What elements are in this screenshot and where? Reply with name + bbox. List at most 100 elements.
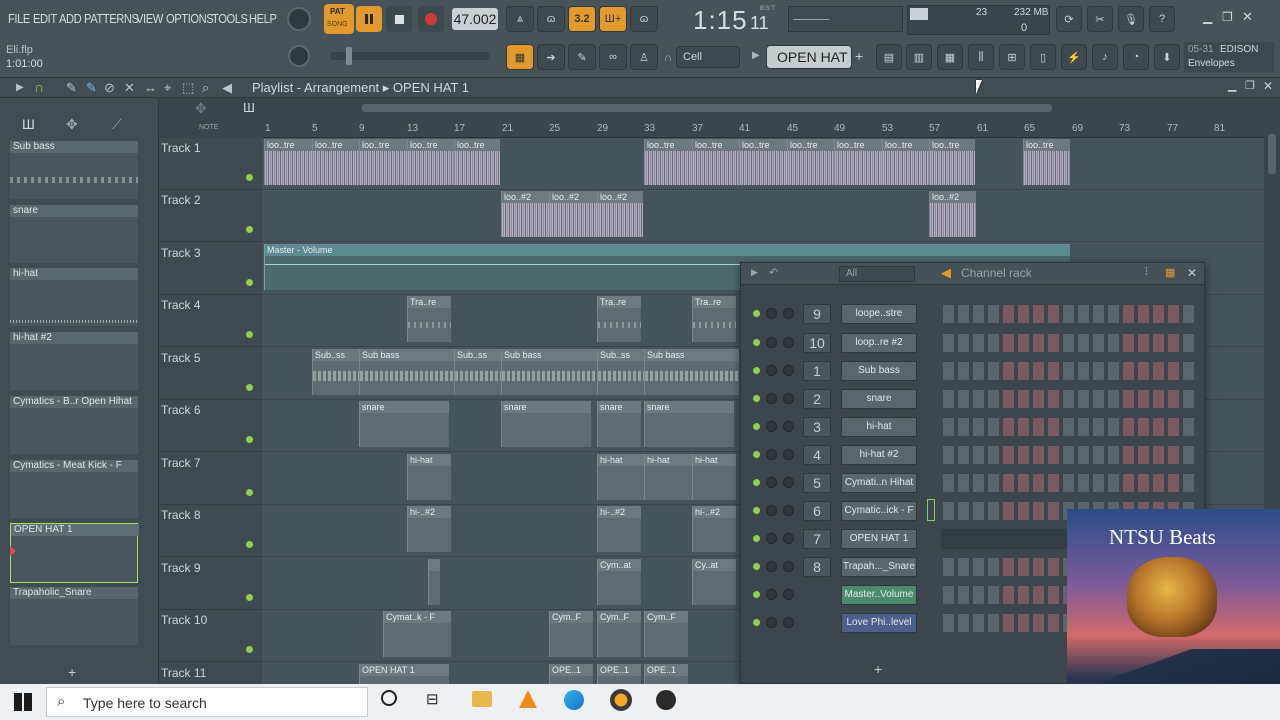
- track-mute-led[interactable]: [246, 279, 253, 286]
- channel-led[interactable]: [753, 451, 760, 458]
- select-tool-icon[interactable]: ⬚: [182, 80, 194, 96]
- channel-led[interactable]: [753, 591, 760, 598]
- volume-knob[interactable]: [783, 561, 794, 572]
- magnet-snap-icon[interactable]: ∩: [34, 79, 44, 95]
- channel-name-button[interactable]: Cymati..n Hihat: [841, 473, 917, 493]
- channel-row[interactable]: 10 loop..re #2: [741, 329, 1204, 357]
- project-button[interactable]: ▯: [1030, 44, 1056, 70]
- cut-button[interactable]: ✂: [1087, 6, 1113, 32]
- pattern-item-selected[interactable]: OPEN HAT 1: [10, 523, 139, 583]
- track-mute-led[interactable]: [246, 489, 253, 496]
- pattern-clip[interactable]: hi-hat: [407, 454, 451, 500]
- channel-led[interactable]: [753, 423, 760, 430]
- audio-clip[interactable]: loo..#2: [549, 191, 597, 237]
- channel-led[interactable]: [753, 395, 760, 402]
- channel-name-button[interactable]: hi-hat: [841, 417, 917, 437]
- channel-mixer-track[interactable]: 5: [803, 473, 831, 493]
- channel-led[interactable]: [753, 619, 760, 626]
- pattern-item[interactable]: snare: [10, 205, 138, 263]
- draw-tool-icon[interactable]: ✎: [66, 80, 77, 96]
- audio-clip[interactable]: loo..tre: [407, 139, 454, 185]
- slice-tool-icon[interactable]: ⌖: [164, 80, 171, 96]
- pan-knob[interactable]: [766, 589, 777, 600]
- channel-led[interactable]: [753, 367, 760, 374]
- menu-tools[interactable]: TOOLS: [212, 11, 248, 26]
- track-mute-led[interactable]: [246, 594, 253, 601]
- menu-options[interactable]: OPTIONS: [166, 11, 214, 26]
- track-header[interactable]: Track 4: [159, 295, 262, 347]
- pattern-clip[interactable]: Sub..ss: [454, 349, 501, 395]
- channel-name-button[interactable]: Cymatic..ick - F: [841, 501, 917, 521]
- swing-icon[interactable]: ◀: [941, 265, 951, 281]
- close-icon[interactable]: ✕: [1242, 9, 1253, 25]
- master-volume-knob[interactable]: [287, 7, 311, 31]
- pan-knob[interactable]: [766, 421, 777, 432]
- audio-clip[interactable]: loo..tre: [787, 139, 834, 185]
- expand-arrow-icon[interactable]: ▶: [16, 82, 24, 93]
- channel-row[interactable]: 9 loope..stre: [741, 300, 1204, 328]
- channel-name-button[interactable]: snare: [841, 389, 917, 409]
- playback-tool-icon[interactable]: ◀: [222, 80, 232, 96]
- mouse-toolbar-button[interactable]: ◔: [1123, 44, 1149, 70]
- pattern-view-icon[interactable]: Ш: [243, 100, 255, 115]
- pattern-clip[interactable]: snare: [597, 401, 641, 447]
- track-mute-led[interactable]: [246, 384, 253, 391]
- slide-button[interactable]: ✎: [568, 44, 596, 70]
- channel-name-button[interactable]: Sub bass: [841, 361, 917, 381]
- channel-name-button[interactable]: OPEN HAT 1: [841, 529, 917, 549]
- pattern-clip[interactable]: OPE..1: [644, 664, 688, 684]
- channel-led[interactable]: [753, 563, 760, 570]
- menu-edit[interactable]: EDIT: [33, 11, 57, 26]
- pattern-clip[interactable]: snare: [501, 401, 591, 447]
- pattern-clip[interactable]: [428, 559, 440, 605]
- audio-clip[interactable]: loo..tre: [1023, 139, 1070, 185]
- minimize-icon[interactable]: ▁: [1203, 10, 1212, 24]
- pattern-clip[interactable]: Tra..re: [407, 296, 451, 342]
- audio-clip[interactable]: loo..tre: [834, 139, 882, 185]
- track-mute-led[interactable]: [246, 331, 253, 338]
- pause-button[interactable]: [356, 6, 382, 32]
- piano-roll-button[interactable]: ▥: [906, 44, 932, 70]
- channel-led[interactable]: [753, 507, 760, 514]
- record-button[interactable]: [418, 6, 444, 32]
- volume-knob[interactable]: [783, 337, 794, 348]
- audio-clip[interactable]: loo..tre: [929, 139, 975, 185]
- file-explorer-icon[interactable]: [472, 691, 492, 707]
- pattern-clip[interactable]: OPE..1: [597, 664, 641, 684]
- metronome-button[interactable]: ⩓: [506, 6, 534, 32]
- audio-clip[interactable]: loo..tre: [739, 139, 787, 185]
- pattern-clip[interactable]: Sub bass: [644, 349, 739, 395]
- pat-song-toggle[interactable]: PAT SONG: [324, 4, 354, 34]
- track-header[interactable]: Track 1: [159, 138, 262, 190]
- crosshair-icon[interactable]: ✥: [195, 100, 207, 117]
- track-header[interactable]: Track 7: [159, 453, 262, 505]
- step-editing-button[interactable]: ➔: [537, 44, 565, 70]
- track-header[interactable]: Track 2: [159, 190, 262, 242]
- tempo-display[interactable]: 47.002: [452, 8, 498, 30]
- chrack-undo-icon[interactable]: ↶: [769, 266, 778, 279]
- undo-history-button[interactable]: ⟳: [1056, 6, 1082, 32]
- fl-studio-icon[interactable]: [610, 689, 632, 711]
- pattern-clip[interactable]: Cym..at: [597, 559, 641, 605]
- channel-row[interactable]: 2 snare: [741, 385, 1204, 413]
- audio-clip[interactable]: loo..tre: [312, 139, 359, 185]
- volume-knob[interactable]: [783, 505, 794, 516]
- obs-icon[interactable]: [656, 690, 676, 710]
- channel-mixer-track[interactable]: 1: [803, 361, 831, 381]
- pan-knob[interactable]: [766, 308, 777, 319]
- pattern-clip[interactable]: snare: [359, 401, 449, 447]
- channel-name-button[interactable]: Trapah..._Snare: [841, 557, 917, 577]
- step-sequencer[interactable]: [943, 305, 1198, 323]
- track-header[interactable]: Track 9: [159, 558, 262, 610]
- playlist-window-button[interactable]: ▤: [876, 44, 902, 70]
- add-track-icon[interactable]: +: [68, 664, 76, 680]
- pan-knob[interactable]: [766, 561, 777, 572]
- play-small-icon[interactable]: ▶: [752, 50, 760, 61]
- channel-mixer-track[interactable]: 6: [803, 501, 831, 521]
- wait-input-button[interactable]: ɷ: [537, 6, 565, 32]
- snap-select[interactable]: Cell: [676, 46, 740, 68]
- pattern-clip[interactable]: hi-hat: [597, 454, 644, 500]
- track-mute-led[interactable]: [246, 174, 253, 181]
- channel-mixer-track[interactable]: 9: [803, 304, 831, 324]
- track-mute-led[interactable]: [246, 646, 253, 653]
